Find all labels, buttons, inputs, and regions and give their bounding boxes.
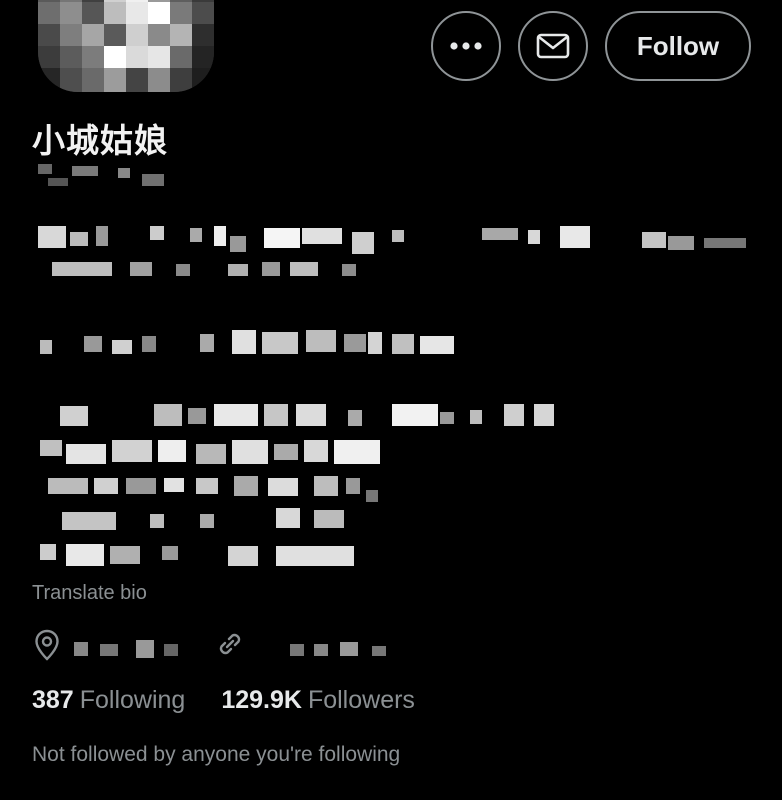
following-count: 387 [32,686,74,714]
followers-count: 129.9K [221,686,302,714]
followed-by-context: Not followed by anyone you're following [32,743,401,766]
follow-stats: 387 Following 129.9K Followers [32,686,415,715]
following-label: Following [79,686,186,714]
pixelated-website-link[interactable] [0,0,782,800]
followers-label: Followers [307,686,415,714]
followers-stat[interactable]: 129.9K Followers [221,686,415,715]
following-stat[interactable]: 387 Following [32,686,185,715]
